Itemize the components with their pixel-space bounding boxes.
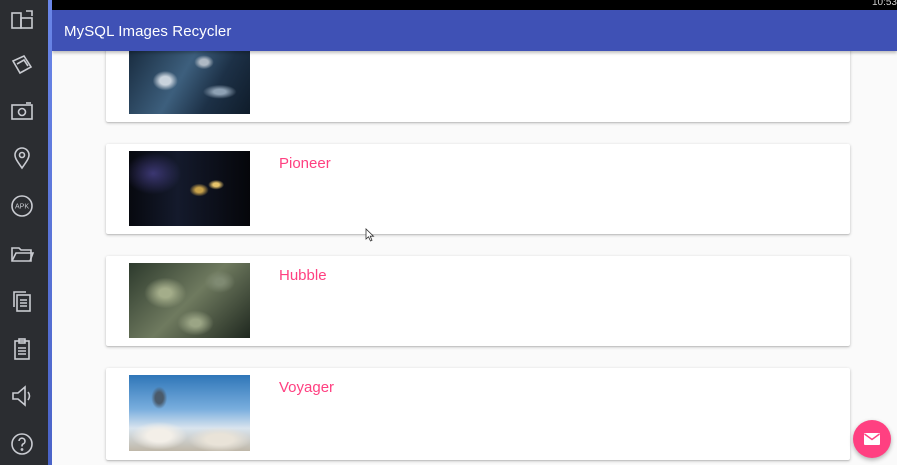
help-icon [11,433,33,455]
list-item[interactable]: Pioneer [106,144,850,234]
apk-label: APK [15,204,29,211]
emulator-window: APK 10:53 Pioneer Hubble Voyager MySQL I… [0,0,897,465]
copy-button[interactable] [6,285,38,317]
display-split-icon [11,10,33,29]
list-item-title: Voyager [279,379,335,396]
app-bar: MySQL Images Recycler [52,10,897,51]
list-item[interactable]: Hubble [106,256,850,346]
status-time: 10:53 [871,0,897,8]
email-fab-button[interactable] [853,420,891,458]
mouse-cursor-icon [365,228,375,242]
camera-icon [11,102,33,120]
open-folder-button[interactable] [6,238,38,270]
email-icon [864,433,880,445]
list-item-image [129,263,250,338]
emulator-toolbar: APK [0,0,48,465]
app-title: MySQL Images Recycler [64,23,232,40]
rotate-icon [11,54,33,75]
list-item[interactable]: Voyager [106,368,850,460]
list-item-title: Hubble [279,267,327,284]
list-item[interactable] [106,40,850,122]
clipboard-button[interactable] [6,333,38,365]
list-item-image [129,375,250,451]
rotate-device-button[interactable] [6,49,38,81]
help-button[interactable] [6,428,38,460]
apk-icon: APK [11,195,33,217]
camera-button[interactable] [6,95,38,127]
rotate-display-button[interactable] [6,4,38,36]
clipboard-icon [14,338,30,360]
install-apk-button[interactable]: APK [6,190,38,222]
location-pin-icon [14,147,30,170]
location-button[interactable] [6,142,38,174]
copy-icon [13,291,31,312]
device-screen: 10:53 Pioneer Hubble Voyager MySQL Image… [52,0,897,465]
status-bar: 10:53 [52,0,897,10]
list-item-image [129,40,250,114]
list-item-title: Pioneer [279,155,331,172]
volume-button[interactable] [6,380,38,412]
list-item-image [129,151,250,226]
speaker-icon [12,385,31,407]
folder-icon [11,247,35,262]
